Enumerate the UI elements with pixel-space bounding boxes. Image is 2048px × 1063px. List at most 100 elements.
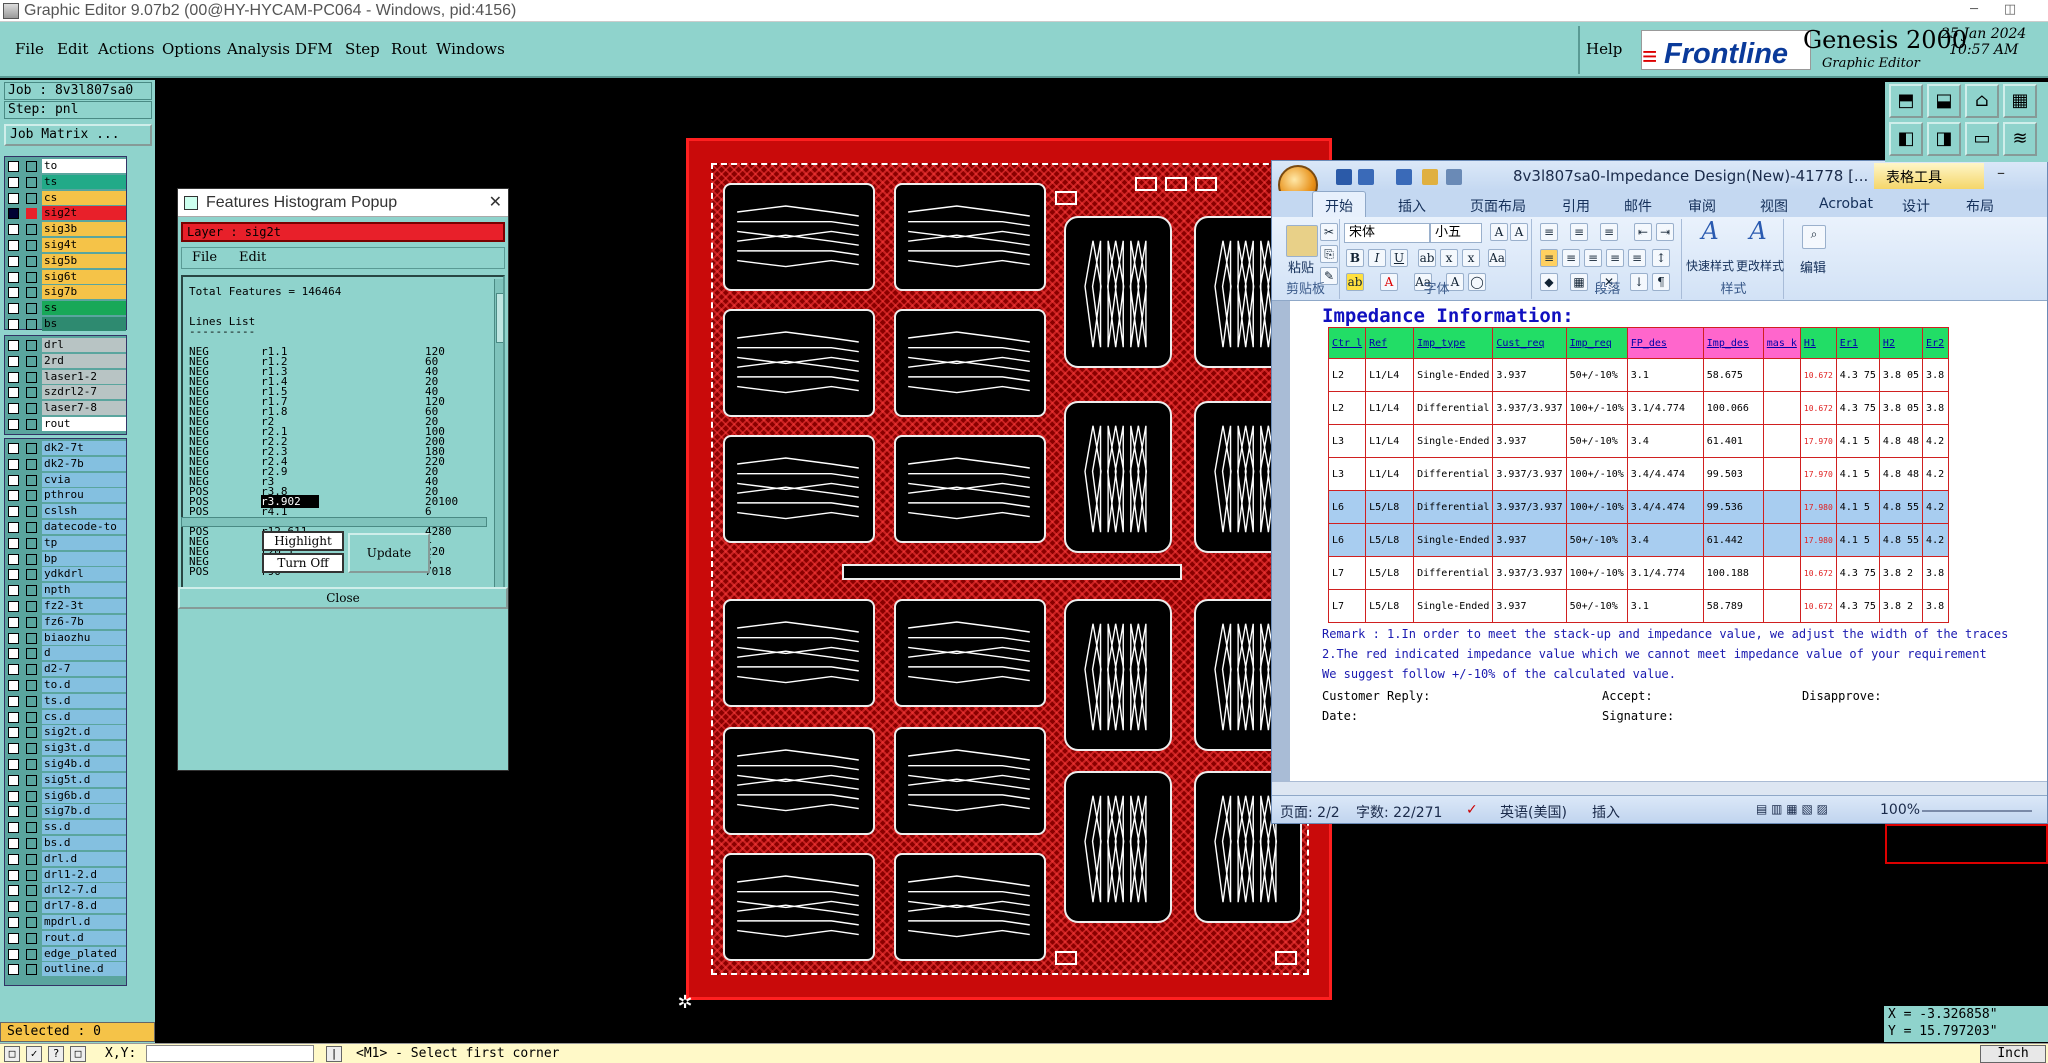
layer-checkbox[interactable] [8, 727, 19, 739]
layer-row[interactable]: sig4t [5, 238, 128, 253]
table-cell[interactable]: L5/L8 [1365, 589, 1415, 623]
table-cell[interactable] [1762, 358, 1801, 392]
layer-work-indicator[interactable] [26, 964, 37, 976]
layer-name[interactable]: sig6b.d [42, 788, 126, 803]
layer-row[interactable]: rout.d [5, 930, 128, 946]
table-cell[interactable]: L2 [1327, 391, 1367, 425]
layer-name[interactable]: tp [42, 535, 126, 550]
quick-styles-icon[interactable]: A [1698, 219, 1722, 253]
layer-work-indicator[interactable] [26, 806, 37, 818]
table-cell[interactable]: 4.3 75 [1835, 556, 1880, 590]
layer-work-indicator[interactable] [26, 774, 37, 786]
table-cell[interactable]: L5/L8 [1365, 523, 1415, 557]
ribbon-tab[interactable]: Acrobat [1819, 196, 1873, 212]
layer-checkbox[interactable] [8, 403, 19, 415]
table-cell[interactable]: Single-Ended [1413, 523, 1494, 557]
ribbon-tab[interactable]: 布局 [1966, 196, 1994, 216]
pan-left-icon[interactable]: ◧ [1889, 122, 1923, 156]
pcb-panel[interactable] [686, 138, 1332, 1000]
layer-name[interactable]: sig4b.d [42, 757, 126, 771]
layer-checkbox[interactable] [8, 192, 19, 204]
table-cell[interactable]: L6 [1327, 523, 1367, 557]
layer-work-indicator[interactable] [26, 419, 37, 430]
layer-work-indicator[interactable] [26, 192, 37, 204]
layer-work-indicator[interactable] [26, 490, 37, 502]
layer-checkbox[interactable] [8, 303, 19, 315]
font-name-select[interactable]: 宋体 [1344, 223, 1430, 243]
layer-work-indicator[interactable] [26, 387, 37, 399]
align-center-icon[interactable]: ≡ [1562, 249, 1580, 267]
layer-work-indicator[interactable] [26, 208, 37, 220]
table-cell[interactable]: 4.1 5 [1835, 424, 1880, 458]
cut-icon[interactable]: ✂ [1320, 223, 1338, 241]
table-row[interactable]: L7 L5/L8 Differential 3.937/3.937 100+/-10% 3… [1327, 556, 1950, 590]
layer-name[interactable]: ydkdrl [42, 567, 126, 582]
table-cell[interactable]: Differential [1413, 391, 1494, 425]
layer-work-indicator[interactable] [26, 664, 37, 676]
italic-icon[interactable]: I [1368, 249, 1386, 267]
view-buttons-icon[interactable]: ▤ ▥ ▦ ▧ ▨ [1756, 802, 1828, 816]
layer-checkbox[interactable] [8, 585, 19, 597]
table-cell[interactable]: L2 [1327, 358, 1367, 392]
layer-row[interactable]: fz6-7b [5, 614, 128, 630]
menu-file[interactable]: File [15, 40, 44, 58]
fit-icon[interactable]: ▭ [1965, 122, 1999, 156]
layer-row[interactable]: pthrou [5, 488, 128, 503]
table-cell[interactable]: L3 [1327, 424, 1367, 458]
underline-icon[interactable]: U [1390, 249, 1408, 267]
vertical-scrollbar[interactable] [494, 279, 503, 597]
table-row[interactable]: L3 L1/L4 Single-Ended 3.937 50+/-10% 3.4 61.40… [1327, 424, 1950, 458]
table-cell[interactable]: L7 [1327, 589, 1367, 623]
layer-name[interactable]: drl2-7.d [42, 883, 126, 898]
strikethrough-icon[interactable]: ab [1418, 249, 1436, 267]
layer-name[interactable]: drl7-8.d [42, 899, 126, 914]
table-cell[interactable]: 3.8 05 [1878, 391, 1924, 425]
layer-work-indicator[interactable] [26, 601, 37, 612]
layer-checkbox[interactable] [8, 569, 19, 581]
close-button[interactable]: Close [178, 587, 508, 609]
layer-checkbox[interactable] [8, 224, 19, 236]
layer-work-indicator[interactable] [26, 585, 37, 597]
status-language[interactable]: 英语(美国) [1500, 802, 1567, 822]
layer-work-indicator[interactable] [26, 727, 37, 739]
layer-work-indicator[interactable] [26, 506, 37, 518]
multilevel-icon[interactable]: ≡ [1600, 223, 1618, 241]
layer-name[interactable]: sig4t [42, 238, 126, 252]
layer-checkbox[interactable] [8, 371, 19, 383]
word-horizontal-scrollbar[interactable] [1272, 781, 2047, 795]
table-cell[interactable] [1762, 424, 1801, 458]
table-cell[interactable]: 10.672 [1799, 556, 1837, 590]
menu-rout[interactable]: Rout [391, 40, 427, 58]
layer-work-indicator[interactable] [26, 161, 37, 172]
layer-name[interactable]: d [42, 646, 126, 661]
table-cell[interactable]: 10.672 [1799, 358, 1837, 392]
popup-menu-file[interactable]: File [192, 250, 217, 265]
close-icon[interactable]: ✕ [489, 192, 502, 211]
table-cell[interactable] [1762, 589, 1801, 623]
layer-row[interactable]: drl.d [5, 851, 128, 867]
table-cell[interactable]: 3.4/4.474 [1626, 457, 1704, 491]
layer-checkbox[interactable] [8, 387, 19, 399]
layer-work-indicator[interactable] [26, 885, 37, 897]
layer-name[interactable]: mpdrl.d [42, 915, 126, 929]
layer-work-indicator[interactable] [26, 948, 37, 960]
table-cell[interactable]: L6 [1327, 490, 1367, 524]
table-cell[interactable]: 3.937 [1492, 358, 1567, 392]
table-cell[interactable]: 100.066 [1702, 391, 1764, 425]
undo-icon[interactable] [1358, 169, 1374, 185]
decrease-indent-icon[interactable]: ⇤ [1634, 223, 1652, 241]
layer-name[interactable]: bs.d [42, 836, 126, 850]
table-cell[interactable]: Differential [1413, 490, 1494, 524]
layer-name[interactable]: sig2t [42, 206, 126, 221]
superscript-icon[interactable]: x [1462, 249, 1480, 267]
layer-row[interactable]: cslsh [5, 504, 128, 519]
table-cell[interactable]: L1/L4 [1365, 358, 1415, 392]
layer-work-indicator[interactable] [26, 822, 37, 834]
change-styles-label[interactable]: 更改样式 [1736, 257, 1784, 274]
table-cell[interactable]: 3.937/3.937 [1492, 457, 1567, 491]
layer-checkbox[interactable] [8, 601, 19, 612]
layer-checkbox[interactable] [8, 885, 19, 897]
layer-checkbox[interactable] [8, 522, 19, 533]
layer-checkbox[interactable] [8, 443, 19, 454]
layer-checkbox[interactable] [8, 208, 19, 220]
